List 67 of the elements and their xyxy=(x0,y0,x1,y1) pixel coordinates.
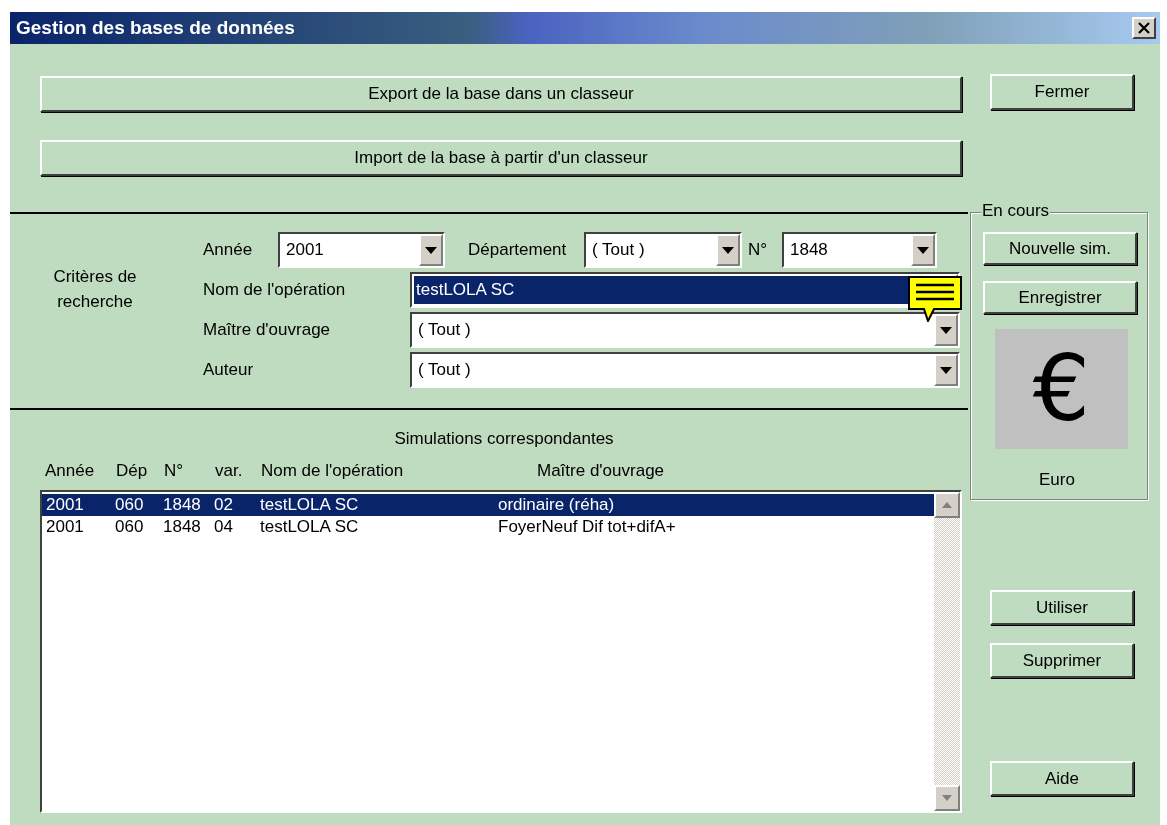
close-button[interactable] xyxy=(1132,17,1156,39)
field-value: ( Tout ) xyxy=(417,319,472,342)
currency-label: Euro xyxy=(1039,469,1075,491)
close-icon xyxy=(1138,22,1150,34)
euro-symbol: € xyxy=(1032,344,1091,434)
dropdown-arrow-icon xyxy=(425,246,437,254)
row-cell-text: 060 xyxy=(115,494,145,515)
list-row[interactable]: 2001 060 1848 02 testLOLA SC ordinaire (réha) xyxy=(42,493,934,516)
dropdown-button[interactable] xyxy=(934,354,958,386)
up-arrow-icon xyxy=(942,501,952,508)
column-header: Dép xyxy=(116,459,149,482)
field-value: 2001 xyxy=(285,239,325,262)
list-title: Simulations correspondantes xyxy=(394,428,614,450)
dropdown-button[interactable] xyxy=(419,234,443,266)
field-label: Département xyxy=(467,239,568,262)
column-header: Maître d'ouvrage xyxy=(536,459,666,482)
dropdown-arrow-icon xyxy=(722,246,734,254)
field-label: Maître d'ouvrage xyxy=(203,319,332,342)
row-cell-text: testLOLA SC xyxy=(260,516,360,537)
dropdown-arrow-icon xyxy=(940,366,952,374)
column-header: N° xyxy=(164,459,185,482)
dropdown-arrow-icon xyxy=(917,246,929,254)
field-value: ( Tout ) xyxy=(417,359,472,382)
row-cell-text: 1848 xyxy=(163,516,202,537)
row-cell-text: 02 xyxy=(214,494,234,515)
row-cell-text: ordinaire (réha) xyxy=(498,494,616,515)
scrollbar[interactable] xyxy=(934,491,960,811)
action-button[interactable]: Aide xyxy=(990,761,1134,796)
row-cell-text: 1848 xyxy=(163,494,202,515)
list-row[interactable]: 2001 060 1848 04 testLOLA SC FoyerNeuf Dif tot+difA+ xyxy=(42,515,934,538)
sim-button[interactable]: Nouvelle sim. xyxy=(983,232,1137,265)
dropdown-field[interactable]: ( Tout ) xyxy=(584,232,742,268)
dropdown-field[interactable]: testLOLA SC xyxy=(410,272,960,308)
close-dialog-button[interactable]: Fermer xyxy=(990,74,1134,110)
row-cell-text: 2001 xyxy=(46,516,85,537)
column-header: var. xyxy=(215,459,244,482)
row-cell-text: FoyerNeuf Dif tot+difA+ xyxy=(498,516,677,537)
column-header: Nom de l'opération xyxy=(261,459,405,482)
action-button[interactable]: Export de la base dans un classeur xyxy=(40,76,962,112)
column-header: Année xyxy=(45,459,96,482)
field-label: N° xyxy=(747,239,769,262)
row-cell-text: 04 xyxy=(214,516,234,537)
dropdown-button[interactable] xyxy=(934,314,958,346)
action-button[interactable]: Import de la base à partir d'un classeur xyxy=(40,140,962,176)
row-cell-text: 060 xyxy=(115,516,145,537)
criteria-label: Critères de recherche xyxy=(52,266,138,313)
dropdown-field[interactable]: ( Tout ) xyxy=(410,312,960,348)
field-label: Auteur xyxy=(203,359,255,382)
row-cell-text: testLOLA SC xyxy=(260,494,360,515)
dropdown-button[interactable] xyxy=(911,234,935,266)
dropdown-button[interactable] xyxy=(716,234,740,266)
dropdown-field[interactable]: ( Tout ) xyxy=(410,352,960,388)
scroll-down-button[interactable] xyxy=(934,784,960,811)
field-value: 1848 xyxy=(789,239,829,262)
window-title: Gestion des bases de données xyxy=(15,15,295,40)
dropdown-field[interactable]: 1848 xyxy=(782,232,937,268)
down-arrow-icon xyxy=(942,794,952,801)
dropdown-field[interactable]: 2001 xyxy=(278,232,445,268)
field-value: ( Tout ) xyxy=(591,239,646,262)
scroll-up-button[interactable] xyxy=(934,491,960,518)
field-label: Année xyxy=(203,239,254,262)
row-cell-text: 2001 xyxy=(46,494,85,515)
sim-button[interactable]: Enregistrer xyxy=(983,281,1137,314)
dropdown-arrow-icon xyxy=(940,326,952,334)
action-button[interactable]: Supprimer xyxy=(990,643,1134,678)
action-button[interactable]: Utiliser xyxy=(990,590,1134,625)
field-label: Nom de l'opération xyxy=(203,279,347,302)
